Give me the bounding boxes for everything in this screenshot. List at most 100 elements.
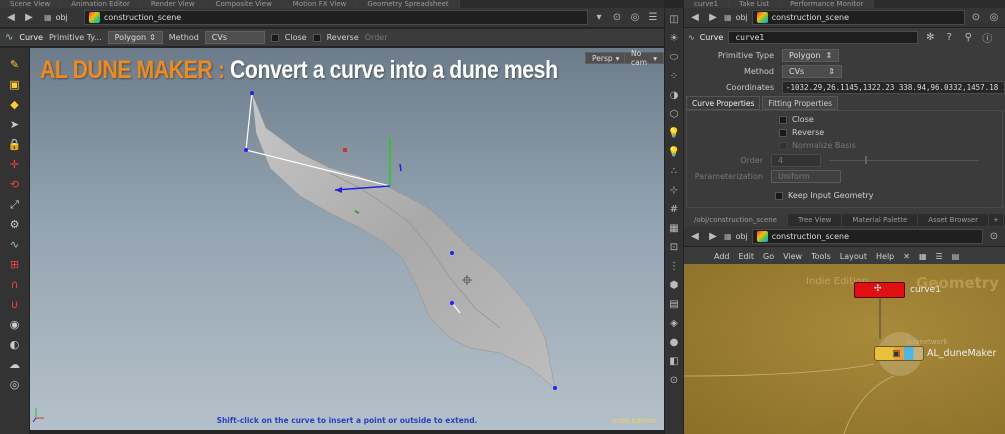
path-node-field[interactable]: construction_scene — [751, 229, 983, 244]
wire-icon[interactable]: ⬡ — [667, 107, 681, 121]
tab-network-path[interactable]: /obj/construction_scene — [684, 214, 788, 226]
tab-render-view[interactable]: Render View — [140, 0, 206, 8]
coordinates-field[interactable]: -1032.29,26.1145,1322.23 338.94,96.0332,… — [782, 80, 1005, 94]
tab-performance-monitor[interactable]: Performance Monitor — [780, 0, 875, 8]
reverse-checkbox[interactable] — [312, 33, 321, 42]
handle-icon[interactable]: ✎ — [5, 56, 25, 73]
ghost-icon[interactable]: ⬭ — [667, 50, 681, 64]
lock-icon[interactable]: ◫ — [667, 12, 681, 26]
path-node-field[interactable]: construction_scene — [84, 10, 588, 25]
bulb-alt-icon[interactable]: 💡 — [667, 145, 681, 159]
panel-menu-icon[interactable]: ☰ — [646, 11, 660, 25]
snap-icon[interactable]: ◆ — [5, 96, 25, 113]
order-slider[interactable] — [829, 155, 979, 164]
curve-point[interactable] — [553, 386, 557, 390]
pin-icon[interactable]: ⊙ — [987, 230, 1001, 244]
gear-icon[interactable]: ✻ — [923, 30, 937, 44]
wrench-icon[interactable]: ✕ — [903, 252, 910, 261]
menu-view[interactable]: View — [783, 252, 802, 261]
close-checkbox[interactable] — [270, 33, 279, 42]
curve-point[interactable] — [450, 251, 454, 255]
path-context[interactable]: ▦ obj — [40, 10, 80, 25]
uv-icon[interactable]: ⊡ — [667, 240, 681, 254]
method-menu[interactable]: CVs ⇕ — [782, 64, 842, 78]
back-icon[interactable]: ◀ — [688, 11, 702, 25]
tab-tree-view[interactable]: Tree View — [787, 214, 843, 226]
menu-layout[interactable]: Layout — [840, 252, 867, 261]
primitive-icon[interactable]: ⬢ — [667, 278, 681, 292]
tab-motion-fx-view[interactable]: Motion FX View — [282, 0, 358, 8]
magnet-alt-icon[interactable]: ∪ — [5, 296, 25, 313]
network-view[interactable]: Indie Edition Geometry ✣ curve1 Subnetwo… — [684, 264, 1005, 434]
tab-asset-browser[interactable]: Asset Browser — [918, 214, 990, 226]
menu-tools[interactable]: Tools — [811, 252, 831, 261]
grid-icon[interactable]: ▦ — [667, 221, 681, 235]
curve-edit-icon[interactable]: ∿ — [5, 236, 25, 253]
keep-input-checkbox[interactable] — [775, 191, 783, 200]
order-field[interactable]: 4 — [771, 153, 821, 167]
search-icon[interactable]: ⚲ — [961, 30, 975, 44]
cube-icon[interactable]: ◧ — [667, 354, 681, 368]
menu-add[interactable]: Add — [714, 252, 730, 261]
primitive-type-menu[interactable]: Polygon ⇕ — [782, 48, 840, 62]
close-checkbox[interactable] — [779, 115, 787, 124]
path-context-label[interactable]: obj — [736, 13, 748, 22]
scale-icon[interactable]: ⤢ — [5, 196, 25, 213]
tab-curve-properties[interactable]: Curve Properties — [686, 96, 761, 110]
camera-icon[interactable]: ◎ — [5, 376, 25, 393]
snap-grid-icon[interactable]: ⊞ — [5, 256, 25, 273]
camera-icon[interactable]: ⊙ — [667, 373, 681, 387]
path-dropdown-icon[interactable]: ▾ — [592, 11, 606, 25]
rotate-icon[interactable]: ⟲ — [5, 176, 25, 193]
normalize-checkbox[interactable] — [779, 141, 787, 150]
render-icon[interactable]: ☁ — [5, 356, 25, 373]
parameterization-menu[interactable]: Uniform — [771, 169, 841, 183]
tab-material-palette[interactable]: Material Palette — [842, 214, 919, 226]
forward-icon[interactable]: ▶ — [706, 11, 720, 25]
menu-help[interactable]: Help — [876, 252, 894, 261]
shading-icon[interactable]: ◑ — [667, 88, 681, 102]
palette-icon[interactable]: ◈ — [667, 316, 681, 330]
al-dunemaker-node[interactable]: ▣ — [874, 346, 924, 361]
sphere-icon[interactable]: ● — [667, 335, 681, 349]
tab-composite-view[interactable]: Composite View — [205, 0, 283, 8]
grid-icon[interactable]: ▦ — [919, 252, 927, 261]
curve-point[interactable] — [250, 91, 254, 95]
back-icon[interactable]: ◀ — [688, 230, 702, 244]
pose-icon[interactable]: ⚙ — [5, 216, 25, 233]
primitive-type-dropdown[interactable]: Polygon ⇕ — [107, 31, 163, 44]
points-icon[interactable]: ⁘ — [667, 69, 681, 83]
magnet-icon[interactable]: ∩ — [5, 276, 25, 293]
lock-icon[interactable]: ▣ — [5, 76, 25, 93]
display-icon[interactable]: ◐ — [5, 336, 25, 353]
select-icon[interactable]: ➤ — [5, 116, 25, 133]
path-context-label[interactable]: obj — [736, 232, 748, 241]
bulb-icon[interactable]: 💡 — [667, 126, 681, 140]
pin-icon[interactable]: ⊙ — [610, 11, 624, 25]
layout-icon[interactable]: ▤ — [952, 252, 960, 261]
scene-viewport[interactable]: AL DUNE MAKER : Convert a curve into a d… — [30, 48, 664, 430]
curve-point[interactable] — [244, 148, 248, 152]
pin-icon[interactable]: ⊙ — [969, 11, 983, 25]
tab-fitting-properties[interactable]: Fitting Properties — [762, 96, 839, 110]
numbers-icon[interactable]: # — [667, 202, 681, 216]
list-icon[interactable]: ☰ — [936, 252, 943, 261]
vertex-icon[interactable]: ⋮ — [667, 259, 681, 273]
view-icon[interactable]: ◉ — [5, 316, 25, 333]
normals-icon[interactable]: ⊹ — [667, 183, 681, 197]
method-dropdown[interactable]: CVs — [204, 31, 265, 44]
back-icon[interactable]: ◀ — [4, 11, 18, 25]
forward-icon[interactable]: ▶ — [706, 230, 720, 244]
curve-point[interactable] — [450, 301, 454, 305]
transform-icon[interactable]: ✛ — [5, 156, 25, 173]
tab-curve1[interactable]: curve1 — [684, 0, 730, 8]
help-icon[interactable]: ? — [942, 30, 956, 44]
particles-icon[interactable]: ∴ — [667, 164, 681, 178]
menu-go[interactable]: Go — [763, 252, 774, 261]
reverse-checkbox[interactable] — [779, 128, 787, 137]
menu-edit[interactable]: Edit — [739, 252, 755, 261]
add-tab-icon[interactable]: + — [989, 214, 1004, 226]
snapshot-icon[interactable]: ▤ — [667, 297, 681, 311]
tab-animation-editor[interactable]: Animation Editor — [61, 0, 141, 8]
gizmo-handle[interactable] — [343, 148, 347, 152]
